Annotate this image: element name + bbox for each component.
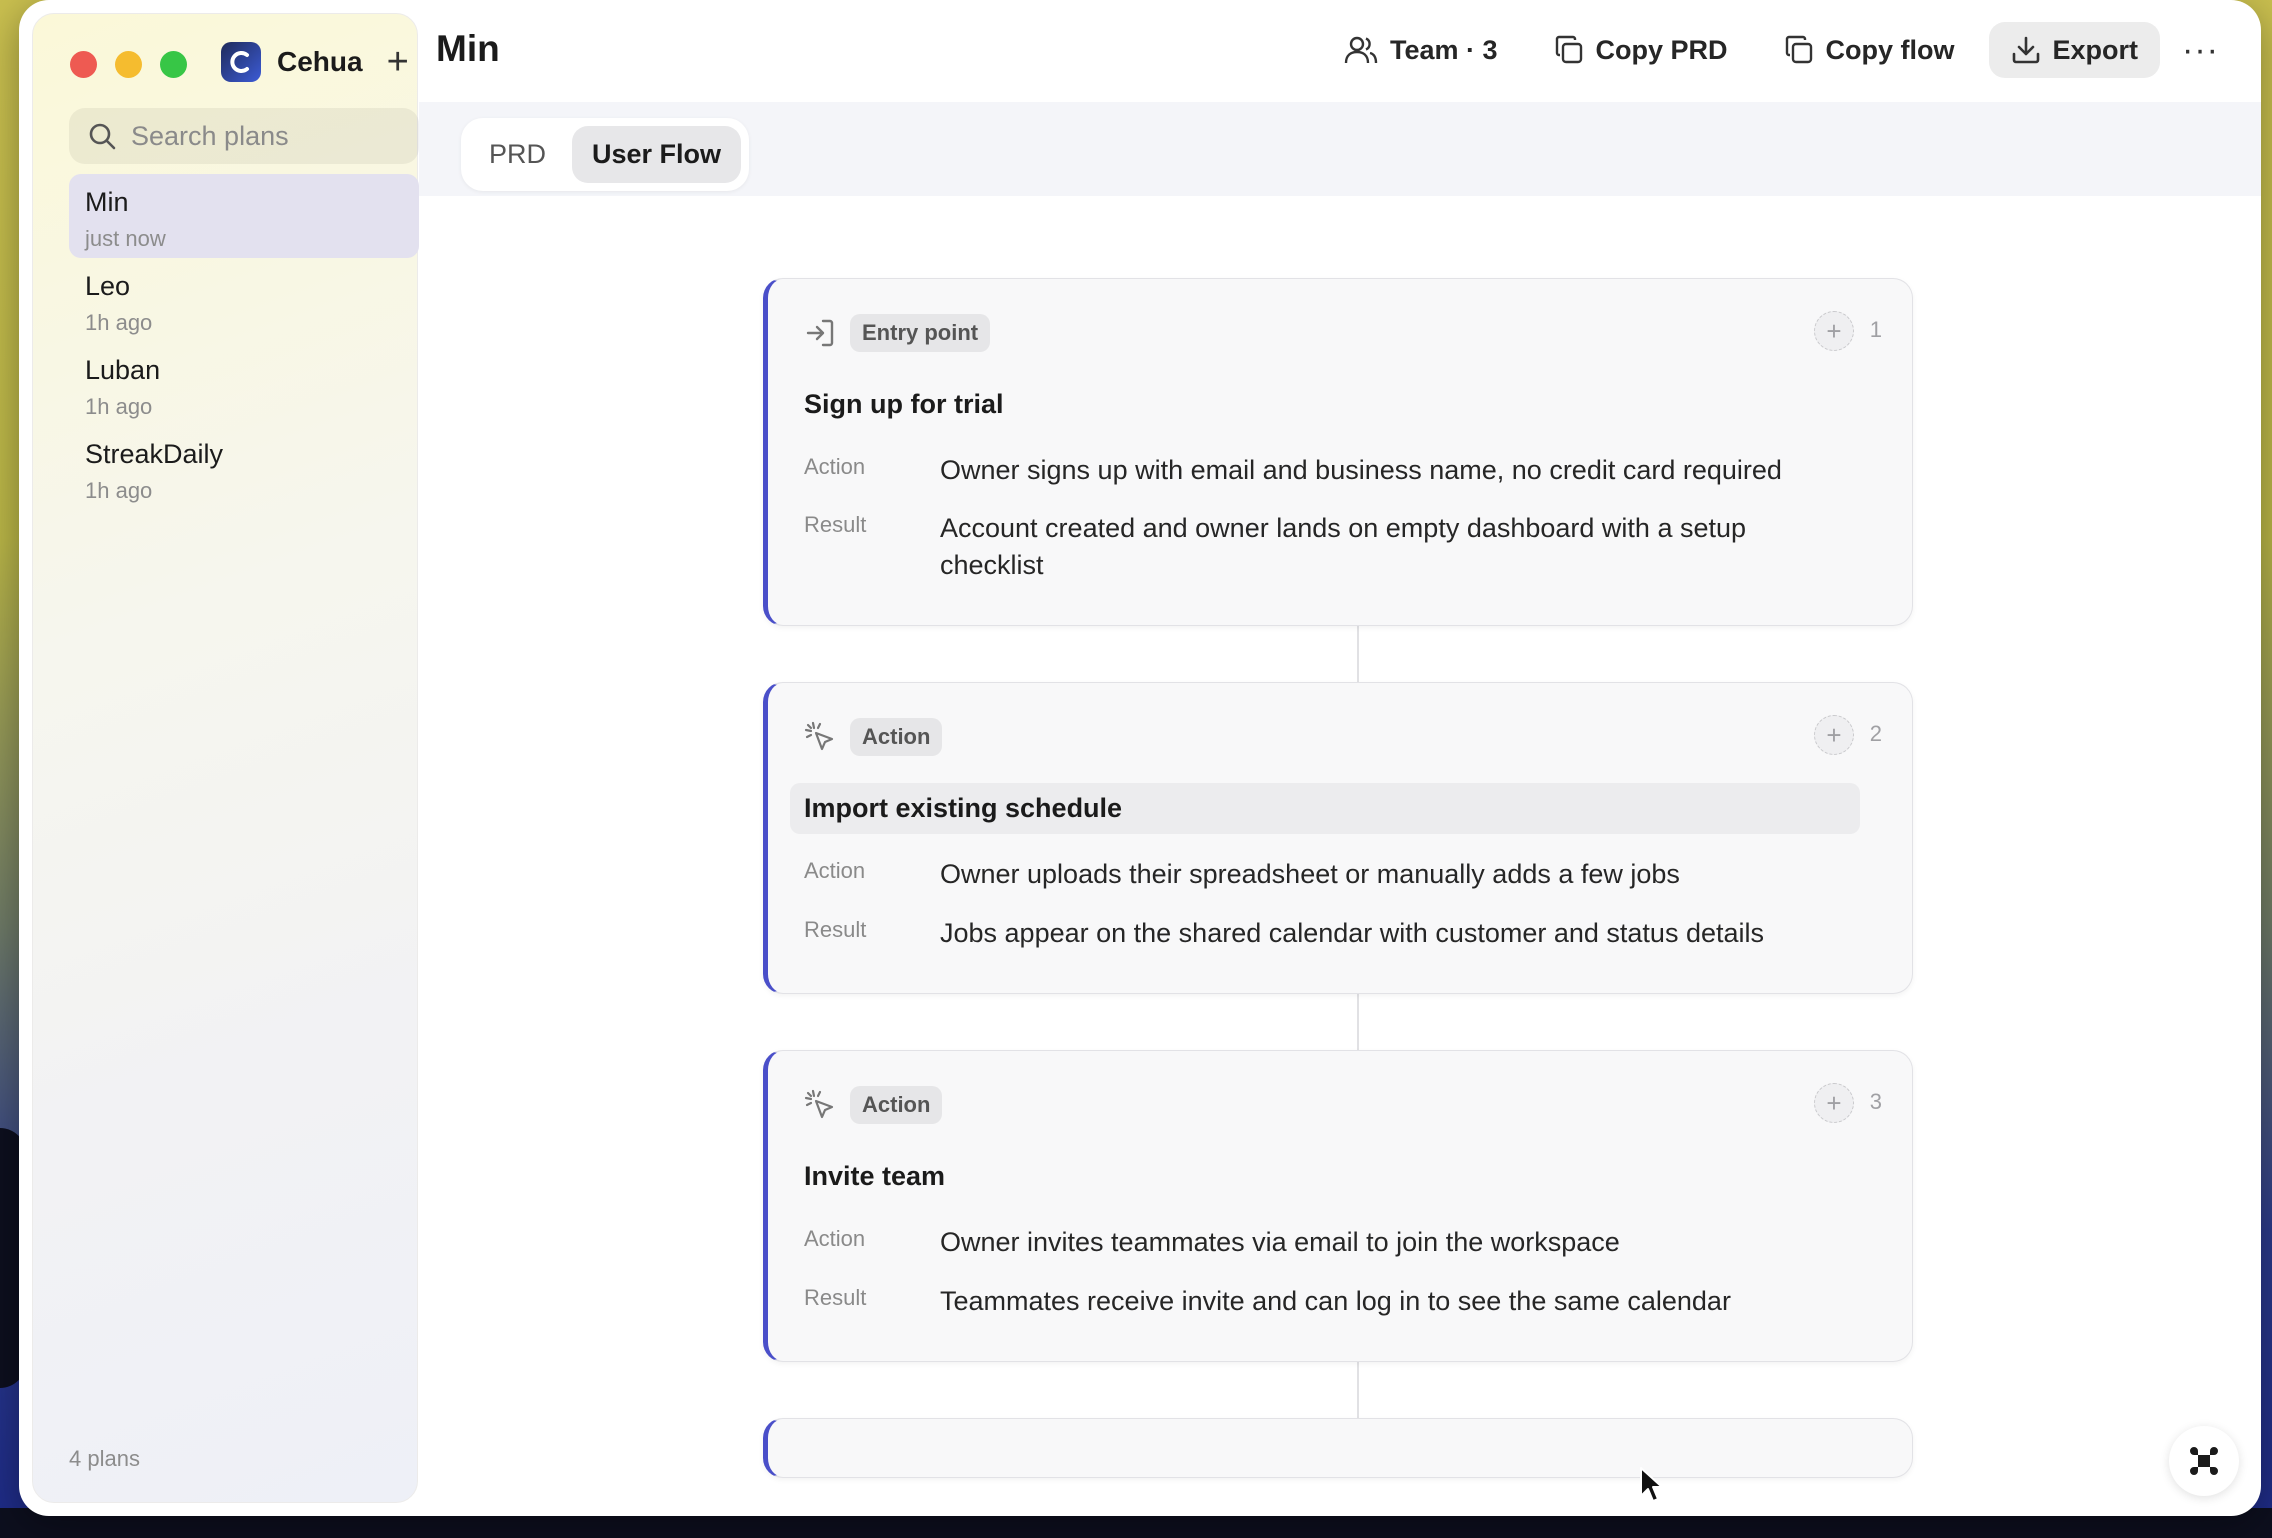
app-logo-icon bbox=[221, 42, 261, 82]
step-result-row: Result Account created and owner lands o… bbox=[804, 510, 1912, 583]
result-label: Result bbox=[804, 916, 867, 942]
step-header: Entry point bbox=[804, 313, 1912, 353]
action-label: Action bbox=[804, 454, 866, 479]
result-label: Result bbox=[804, 1284, 867, 1310]
add-step-button[interactable]: + bbox=[1814, 1083, 1854, 1124]
step-action-row: Action Owner uploads their spreadsheet o… bbox=[804, 856, 1912, 892]
zoom-window-button[interactable] bbox=[160, 51, 187, 78]
download-icon bbox=[2012, 36, 2039, 64]
step-result-row: Result Teammates receive invite and can … bbox=[804, 1283, 1912, 1319]
action-value[interactable]: Owner invites teammates via email to joi… bbox=[940, 1224, 1840, 1260]
step-action-row: Action Owner signs up with email and bus… bbox=[804, 452, 1912, 488]
copy-icon bbox=[1785, 35, 1812, 64]
step-number: 2 bbox=[1869, 721, 1882, 747]
copy-flow-button[interactable]: Copy flow bbox=[1762, 22, 1977, 78]
step-title[interactable]: Import existing schedule bbox=[790, 783, 1860, 835]
plan-time: just now bbox=[85, 226, 166, 251]
team-icon bbox=[1344, 36, 1378, 64]
tab-prd[interactable]: PRD bbox=[469, 126, 566, 183]
plan-name: Min bbox=[85, 187, 129, 217]
plan-list: Min just now Leo 1h ago Luban 1h ago Str… bbox=[69, 174, 419, 510]
flow-step-card[interactable]: Action + 2 Import existing schedule Acti… bbox=[763, 682, 1913, 995]
search-input[interactable] bbox=[131, 120, 411, 152]
step-type-badge: Action bbox=[850, 1086, 943, 1125]
step-title[interactable]: Invite team bbox=[790, 1151, 1860, 1202]
copy-flow-label: Copy flow bbox=[1825, 34, 1955, 65]
sidebar: Cehua + Min just now Leo 1h ago Luban 1h… bbox=[32, 13, 419, 1503]
window-controls bbox=[70, 51, 187, 78]
command-icon[interactable] bbox=[2169, 1426, 2239, 1496]
plan-name: Leo bbox=[85, 271, 131, 301]
step-type-badge: Action bbox=[850, 718, 943, 757]
step-type-badge: Entry point bbox=[850, 314, 991, 352]
app-window: Cehua + Min just now Leo 1h ago Luban 1h… bbox=[19, 0, 2261, 1516]
copy-prd-button[interactable]: Copy PRD bbox=[1532, 22, 1750, 78]
plan-name: Luban bbox=[85, 355, 161, 385]
pointer-click-icon bbox=[804, 1090, 834, 1119]
step-number: 3 bbox=[1869, 1089, 1882, 1115]
flow-connector bbox=[1357, 626, 1359, 683]
flow-connector bbox=[1357, 994, 1359, 1051]
flow-step-card-partial[interactable] bbox=[763, 1418, 1913, 1479]
more-options-icon[interactable]: ··· bbox=[2172, 31, 2229, 70]
search-bar bbox=[69, 108, 419, 164]
minimize-window-button[interactable] bbox=[115, 51, 142, 78]
step-action-row: Action Owner invites teammates via email… bbox=[804, 1224, 1912, 1260]
copy-prd-label: Copy PRD bbox=[1595, 34, 1728, 65]
tab-user-flow[interactable]: User Flow bbox=[572, 126, 742, 183]
flow-step-card[interactable]: Entry point + 1 Sign up for trial Action… bbox=[763, 278, 1913, 627]
plan-item-leo[interactable]: Leo 1h ago bbox=[69, 258, 419, 342]
app-brand: Cehua + bbox=[221, 42, 409, 82]
plan-time: 1h ago bbox=[85, 310, 153, 335]
result-value[interactable]: Teammates receive invite and can log in … bbox=[940, 1283, 1840, 1319]
export-label: Export bbox=[2052, 34, 2139, 65]
pointer-click-icon bbox=[804, 722, 834, 751]
step-result-row: Result Jobs appear on the shared calenda… bbox=[804, 915, 1912, 951]
result-label: Result bbox=[804, 512, 867, 538]
flow-step-card[interactable]: Action + 3 Invite team Action Owner invi… bbox=[763, 1050, 1913, 1363]
entry-point-icon bbox=[806, 319, 834, 347]
add-step-button[interactable]: + bbox=[1814, 311, 1854, 351]
result-value[interactable]: Account created and owner lands on empty… bbox=[940, 510, 1840, 583]
view-tabs: PRD User Flow bbox=[461, 118, 750, 191]
plan-item-streakdaily[interactable]: StreakDaily 1h ago bbox=[69, 426, 419, 510]
step-number: 1 bbox=[1869, 317, 1882, 342]
search-icon bbox=[89, 123, 116, 150]
header-actions: Team · 3 Copy PRD Copy flow Export ··· bbox=[1322, 22, 2229, 78]
plan-count: 4 plans bbox=[69, 1446, 140, 1471]
close-window-button[interactable] bbox=[70, 51, 97, 78]
plan-item-min[interactable]: Min just now bbox=[69, 174, 419, 258]
mouse-cursor-icon bbox=[1640, 1467, 1663, 1502]
plan-name: StreakDaily bbox=[85, 439, 224, 469]
result-value[interactable]: Jobs appear on the shared calendar with … bbox=[940, 915, 1840, 951]
page-title: Min bbox=[436, 28, 500, 69]
flow-connector bbox=[1357, 1362, 1359, 1419]
plan-time: 1h ago bbox=[85, 394, 153, 419]
action-label: Action bbox=[804, 1226, 866, 1252]
step-title[interactable]: Sign up for trial bbox=[790, 379, 1860, 430]
user-flow: Entry point + 1 Sign up for trial Action… bbox=[763, 278, 1913, 1479]
new-plan-button[interactable]: + bbox=[387, 43, 409, 81]
step-header: Action bbox=[804, 1085, 1912, 1125]
copy-icon bbox=[1555, 35, 1582, 64]
plan-item-luban[interactable]: Luban 1h ago bbox=[69, 342, 419, 426]
plan-time: 1h ago bbox=[85, 478, 153, 503]
team-button[interactable]: Team · 3 bbox=[1322, 22, 1520, 78]
action-label: Action bbox=[804, 858, 866, 884]
action-value[interactable]: Owner uploads their spreadsheet or manua… bbox=[940, 856, 1840, 892]
team-label: Team · 3 bbox=[1389, 34, 1498, 65]
step-header: Action bbox=[804, 717, 1912, 757]
action-value[interactable]: Owner signs up with email and business n… bbox=[940, 452, 1840, 488]
export-button[interactable]: Export bbox=[1988, 22, 2161, 78]
app-name: Cehua bbox=[277, 46, 363, 77]
